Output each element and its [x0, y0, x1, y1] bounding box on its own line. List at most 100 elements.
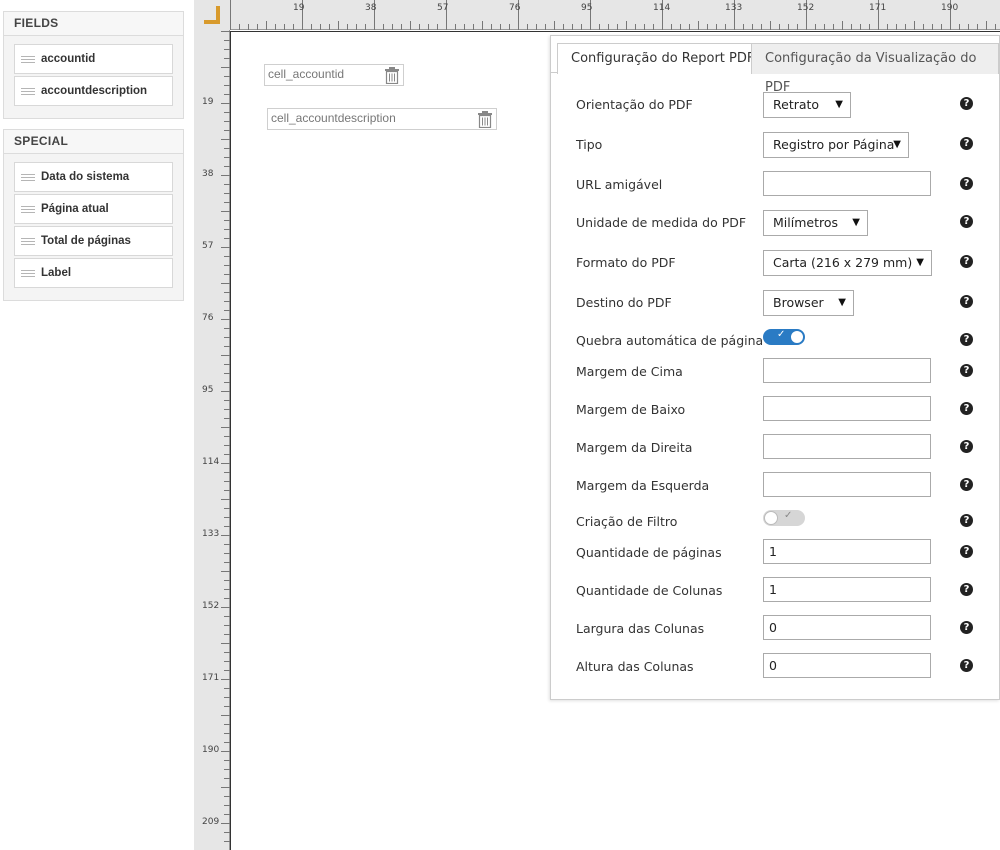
field-item-accountdescription[interactable]: accountdescription — [14, 76, 173, 106]
unidade-select[interactable]: Milímetros ▼ — [763, 210, 868, 236]
help-icon[interactable]: ? — [960, 97, 973, 110]
special-item-pagina-atual[interactable]: Página atual — [14, 194, 173, 224]
row-url: URL amigável ? — [576, 171, 976, 198]
ruler-top-label: 57 — [437, 3, 449, 13]
qtd-colunas-input[interactable]: 1 — [763, 577, 931, 602]
margem-baixo-input[interactable] — [763, 396, 931, 421]
ruler-top-label: 171 — [869, 3, 887, 13]
tab-visualizacao-pdf[interactable]: Configuração da Visualização do PDF — [751, 43, 999, 95]
ruler-tick — [275, 24, 276, 30]
ruler-tick — [554, 21, 555, 30]
field-item-accountid[interactable]: accountid — [14, 44, 173, 74]
trash-icon[interactable] — [384, 67, 400, 84]
ruler-tick — [401, 24, 402, 30]
help-icon[interactable]: ? — [960, 177, 973, 190]
orientacao-label: Orientação do PDF — [576, 97, 693, 112]
help-icon[interactable]: ? — [960, 215, 973, 228]
special-item-label: Data do sistema — [41, 171, 130, 183]
help-icon[interactable]: ? — [960, 545, 973, 558]
qtd-paginas-input[interactable]: 1 — [763, 539, 931, 564]
ruler-tick — [221, 427, 230, 428]
destino-label: Destino do PDF — [576, 295, 672, 310]
chevron-down-icon: ▼ — [893, 139, 901, 150]
toggle-knob — [790, 330, 804, 344]
ruler-tick — [491, 24, 492, 30]
help-icon[interactable]: ? — [960, 255, 973, 268]
ruler-tick — [653, 24, 654, 30]
special-panel: SPECIAL Data do sistema Página atual Tot… — [3, 129, 184, 301]
ruler-tick — [257, 24, 258, 30]
help-icon[interactable]: ? — [960, 514, 973, 527]
cell-label: cell_accountdescription — [271, 111, 396, 125]
drag-handle-icon — [21, 173, 35, 181]
ruler-tick — [320, 24, 321, 30]
formato-select[interactable]: Carta (216 x 279 mm) ▼ — [763, 250, 932, 276]
tipo-select[interactable]: Registro por Página ▼ — [763, 132, 909, 158]
ruler-tick — [338, 21, 339, 30]
margem-cima-label: Margem de Cima — [576, 364, 683, 379]
help-icon[interactable]: ? — [960, 440, 973, 453]
help-icon[interactable]: ? — [960, 583, 973, 596]
help-icon[interactable]: ? — [960, 659, 973, 672]
ruler-tick — [626, 21, 627, 30]
ruler-tick — [221, 103, 230, 104]
row-qtd-paginas: Quantidade de páginas 1 ? — [576, 539, 976, 566]
ruler-tick — [221, 679, 230, 680]
special-item-label: Página atual — [41, 203, 109, 215]
orientacao-value: Retrato — [773, 97, 820, 112]
ruler-tick — [284, 24, 285, 30]
ruler-tick — [617, 24, 618, 30]
special-item-total-de-paginas[interactable]: Total de páginas — [14, 226, 173, 256]
ruler-tick — [689, 24, 690, 30]
help-icon[interactable]: ? — [960, 295, 973, 308]
largura-colunas-input[interactable]: 0 — [763, 615, 931, 640]
ruler-tick — [221, 535, 230, 536]
row-tipo: Tipo Registro por Página ▼ ? — [576, 132, 976, 158]
ruler-tick — [365, 24, 366, 30]
special-item-label[interactable]: Label — [14, 258, 173, 288]
ruler-tick — [221, 211, 230, 212]
ruler-tick — [995, 24, 996, 30]
ruler-tick — [221, 643, 230, 644]
ruler-tick — [221, 787, 230, 788]
orientacao-select[interactable]: Retrato ▼ — [763, 92, 851, 118]
cell-accountid[interactable]: cell_accountid — [264, 64, 404, 86]
tipo-label: Tipo — [576, 137, 603, 152]
ruler-tick — [221, 823, 230, 824]
ruler-tick — [743, 24, 744, 30]
chevron-down-icon: ▼ — [835, 99, 843, 110]
ruler-tick — [779, 24, 780, 30]
help-icon[interactable]: ? — [960, 621, 973, 634]
ruler-tick — [599, 24, 600, 30]
help-icon[interactable]: ? — [960, 478, 973, 491]
margem-cima-input[interactable] — [763, 358, 931, 383]
ruler-tick — [464, 24, 465, 30]
ruler-top-label: 133 — [725, 3, 743, 13]
help-icon[interactable]: ? — [960, 333, 973, 346]
ruler-left: 19 38 57 76 95 114 133 152 171 190 209 — [194, 0, 230, 850]
special-panel-title: SPECIAL — [4, 130, 183, 154]
url-input[interactable] — [763, 171, 931, 196]
qtd-paginas-label: Quantidade de páginas — [576, 545, 722, 560]
altura-colunas-input[interactable]: 0 — [763, 653, 931, 678]
margem-esquerda-input[interactable] — [763, 472, 931, 497]
quebra-toggle[interactable]: ✓ — [763, 329, 805, 345]
help-icon[interactable]: ? — [960, 402, 973, 415]
margem-direita-input[interactable] — [763, 434, 931, 459]
ruler-tick — [509, 24, 510, 30]
help-icon[interactable]: ? — [960, 137, 973, 150]
special-item-data-do-sistema[interactable]: Data do sistema — [14, 162, 173, 192]
destino-select[interactable]: Browser ▼ — [763, 290, 854, 316]
ruler-tick — [608, 24, 609, 30]
tab-report-pdf[interactable]: Configuração do Report PDF — [557, 43, 769, 74]
filtro-toggle[interactable]: ✓ — [763, 510, 805, 526]
filtro-label: Criação de Filtro — [576, 514, 678, 529]
cell-accountdescription[interactable]: cell_accountdescription — [267, 108, 497, 130]
ruler-tick — [410, 21, 411, 30]
help-icon[interactable]: ? — [960, 364, 973, 377]
ruler-tick — [221, 67, 230, 68]
trash-icon[interactable] — [477, 111, 493, 128]
ruler-left-label: 95 — [202, 385, 214, 395]
ruler-tick — [392, 24, 393, 30]
ruler-left-label: 133 — [202, 529, 220, 539]
